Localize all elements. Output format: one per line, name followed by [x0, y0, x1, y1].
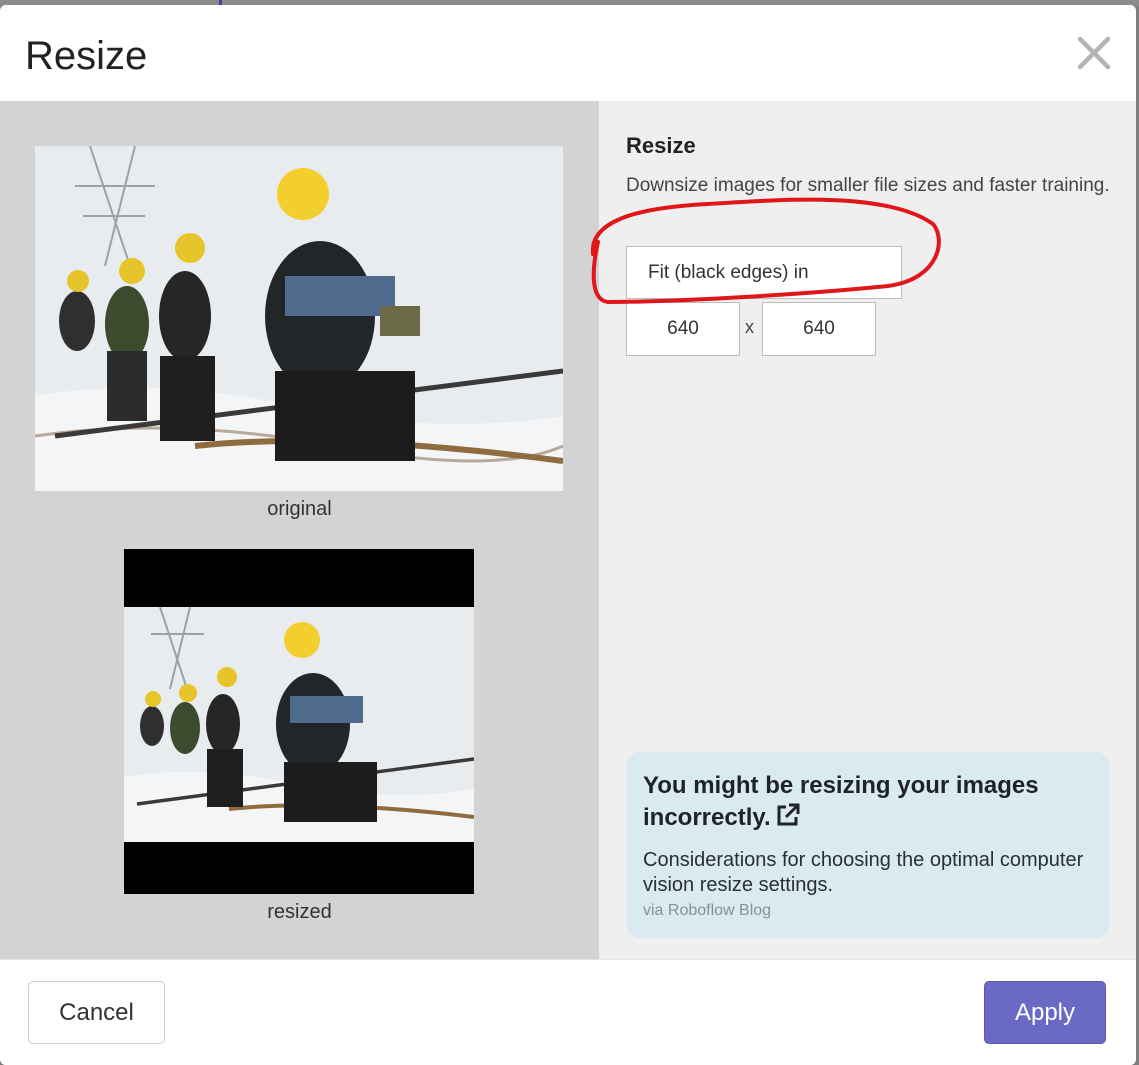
apply-button[interactable]: Apply — [984, 981, 1106, 1044]
tip-source: via Roboflow Blog — [643, 902, 772, 919]
original-image — [35, 146, 563, 491]
dimension-separator: x — [745, 317, 754, 337]
resize-mode-select[interactable]: Fit (black edges) in — [626, 246, 902, 299]
tip-title-text: You might be resizing your images incorr… — [643, 772, 1039, 831]
resized-caption: resized — [267, 901, 332, 923]
tip-title: You might be resizing your images incorr… — [643, 770, 1093, 834]
close-icon — [1077, 36, 1111, 70]
external-link-icon — [775, 802, 801, 828]
close-button[interactable] — [1072, 31, 1116, 75]
settings-heading: Resize — [626, 133, 696, 158]
dialog-body: original resized Resize Downsize images … — [0, 101, 1136, 959]
resize-dialog: Resize original resized Resize Downsize … — [0, 5, 1136, 1065]
resize-tip-card[interactable]: You might be resizing your images incorr… — [626, 752, 1110, 938]
cancel-button[interactable]: Cancel — [28, 981, 165, 1044]
original-caption: original — [267, 498, 332, 520]
preview-pane: original resized — [0, 101, 599, 959]
settings-description: Downsize images for smaller file sizes a… — [626, 175, 1110, 196]
height-input[interactable]: 640 — [762, 302, 876, 356]
tip-text: Considerations for choosing the optimal … — [643, 849, 1084, 896]
width-input[interactable]: 640 — [626, 302, 740, 356]
dialog-header: Resize — [0, 5, 1136, 101]
dialog-title: Resize — [25, 34, 148, 78]
dialog-footer: Cancel Apply — [0, 959, 1136, 1065]
resized-image — [124, 549, 474, 894]
settings-pane: Resize Downsize images for smaller file … — [599, 101, 1136, 959]
